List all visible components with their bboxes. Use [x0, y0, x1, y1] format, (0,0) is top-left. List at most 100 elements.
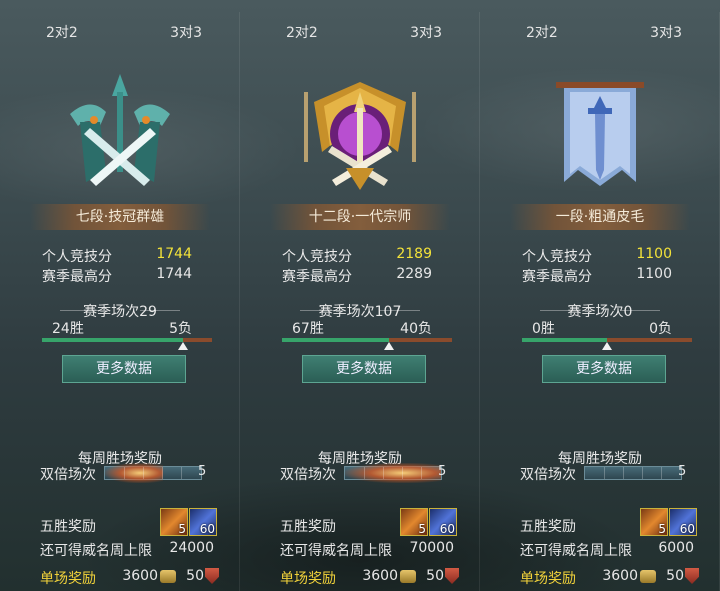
reward-item-chest-icon[interactable]: 5	[160, 508, 188, 536]
shield-icon	[445, 568, 459, 584]
win-loss-bar	[282, 338, 452, 350]
losses-count: 5负	[169, 321, 192, 337]
coin-icon	[640, 570, 656, 583]
coin-icon	[160, 570, 176, 583]
win-bar-fill	[42, 338, 184, 342]
season-best-row: 赛季最高分 1100	[522, 266, 672, 285]
win-ratio-marker-icon	[384, 342, 395, 350]
weekly-cap-label: 还可得威名周上限	[280, 543, 392, 559]
season-best-value: 1100	[636, 266, 672, 282]
double-matches-count: 5	[198, 464, 207, 479]
personal-score-row: 个人竞技分 1100	[522, 246, 672, 265]
personal-score-value: 1744	[156, 246, 192, 262]
more-data-button[interactable]: 更多数据	[302, 355, 426, 383]
rank-panel-1: 2对2 3对3 七段·技冠群雄 个人竞技分 1744 赛季最高分 1744 赛季…	[0, 12, 240, 591]
rank-title: 七段·技冠群雄	[30, 204, 210, 230]
reward-item-chest-icon[interactable]: 5	[640, 508, 668, 536]
tab-2v2[interactable]: 2对2	[286, 22, 318, 42]
personal-score-label: 个人竞技分	[522, 249, 592, 265]
double-matches-bar	[104, 463, 202, 483]
single-match-reward-label: 单场奖励	[520, 571, 576, 587]
personal-score-label: 个人竞技分	[42, 249, 112, 265]
more-data-button[interactable]: 更多数据	[542, 355, 666, 383]
wins-count: 0胜	[532, 321, 555, 337]
mode-tabs: 2对2 3对3	[480, 22, 720, 42]
coin-reward-value: 3600	[362, 568, 398, 584]
rank-panel-3: 2对2 3对3 一段·粗通皮毛 个人竞技分 1100 赛季最高分 1100 赛季…	[480, 12, 720, 591]
tab-3v3[interactable]: 3对3	[410, 22, 442, 42]
item-count: 5	[178, 522, 186, 536]
coin-reward-value: 3600	[602, 568, 638, 584]
weekly-cap-value: 70000	[409, 540, 454, 556]
season-matches: 赛季场次0	[480, 301, 720, 321]
crossed-swords-emblem-icon	[60, 62, 180, 202]
shield-reward-value: 50	[186, 568, 204, 584]
mode-tabs: 2对2 3对3	[0, 22, 240, 42]
win-bar-fill	[282, 338, 390, 342]
single-match-reward-label: 单场奖励	[40, 571, 96, 587]
sword-banner-emblem-icon	[540, 62, 660, 202]
personal-score-value: 1100	[636, 246, 672, 262]
shield-icon	[685, 568, 699, 584]
double-matches-count: 5	[438, 464, 447, 479]
double-matches-label: 双倍场次	[40, 467, 96, 483]
win-loss-bar	[522, 338, 692, 350]
more-data-button[interactable]: 更多数据	[62, 355, 186, 383]
season-best-value: 1744	[156, 266, 192, 282]
rank-panel-2: 2对2 3对3 十二段·一代宗师 个人竞技分 2189 赛季最高分 2289 赛…	[240, 12, 480, 591]
rank-title: 一段·粗通皮毛	[510, 204, 690, 230]
double-progress-flare	[105, 463, 163, 483]
season-best-row: 赛季最高分 2289	[282, 266, 432, 285]
coin-reward-value: 3600	[122, 568, 158, 584]
season-best-row: 赛季最高分 1744	[42, 266, 192, 285]
losses-count: 40负	[400, 321, 432, 337]
personal-score-label: 个人竞技分	[282, 249, 352, 265]
tab-3v3[interactable]: 3对3	[170, 22, 202, 42]
weekly-cap-label: 还可得威名周上限	[40, 543, 152, 559]
item-count: 5	[418, 522, 426, 536]
personal-score-row: 个人竞技分 2189	[282, 246, 432, 265]
item-count: 5	[658, 522, 666, 536]
single-match-reward-label: 单场奖励	[280, 571, 336, 587]
personal-score-row: 个人竞技分 1744	[42, 246, 192, 265]
weekly-cap-value: 24000	[169, 540, 214, 556]
item-count: 60	[679, 522, 695, 536]
season-best-label: 赛季最高分	[282, 269, 352, 285]
double-matches-count: 5	[678, 464, 687, 479]
shield-reward-value: 50	[666, 568, 684, 584]
five-win-reward-label: 五胜奖励	[520, 519, 576, 535]
rank-title: 十二段·一代宗师	[270, 204, 450, 230]
reward-item-chest-icon[interactable]: 5	[400, 508, 428, 536]
double-progress-flare	[345, 463, 441, 483]
wins-count: 24胜	[52, 321, 84, 337]
reward-item-scroll-icon[interactable]: 60	[669, 508, 697, 536]
shield-icon	[205, 568, 219, 584]
tab-3v3[interactable]: 3对3	[650, 22, 682, 42]
tab-2v2[interactable]: 2对2	[526, 22, 558, 42]
golden-winged-emblem-icon	[300, 62, 420, 202]
win-loss-bar	[42, 338, 212, 350]
reward-item-scroll-icon[interactable]: 60	[189, 508, 217, 536]
season-best-value: 2289	[396, 266, 432, 282]
double-matches-label: 双倍场次	[280, 467, 336, 483]
win-ratio-marker-icon	[602, 342, 612, 350]
double-matches-bar	[344, 463, 442, 483]
item-count: 60	[439, 522, 455, 536]
win-ratio-marker-icon	[178, 342, 189, 350]
wins-count: 67胜	[292, 321, 324, 337]
mode-tabs: 2对2 3对3	[240, 22, 480, 42]
reward-item-scroll-icon[interactable]: 60	[429, 508, 457, 536]
season-best-label: 赛季最高分	[522, 269, 592, 285]
season-matches: 赛季场次107	[240, 301, 480, 321]
weekly-cap-label: 还可得威名周上限	[520, 543, 632, 559]
five-win-reward-label: 五胜奖励	[40, 519, 96, 535]
double-matches-label: 双倍场次	[520, 467, 576, 483]
season-matches: 赛季场次29	[0, 301, 240, 321]
personal-score-value: 2189	[396, 246, 432, 262]
win-bar-fill	[522, 338, 607, 342]
season-best-label: 赛季最高分	[42, 269, 112, 285]
shield-reward-value: 50	[426, 568, 444, 584]
weekly-cap-value: 6000	[658, 540, 694, 556]
tab-2v2[interactable]: 2对2	[46, 22, 78, 42]
coin-icon	[400, 570, 416, 583]
